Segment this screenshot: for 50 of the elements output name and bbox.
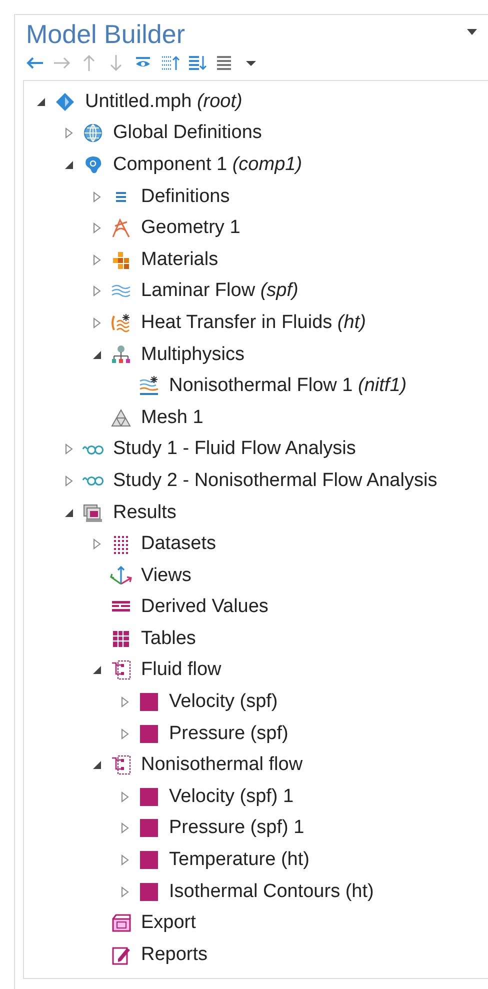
tree-item[interactable]: Untitled.mph (root) [85, 90, 242, 113]
tree-item[interactable]: Component 1 (comp1) [113, 154, 302, 176]
tree-item[interactable]: Velocity (spf) 1 [169, 786, 294, 808]
tree-item[interactable]: Study 1 - Fluid Flow Analysis [113, 438, 356, 460]
square-icon [138, 880, 160, 903]
plot-group-icon [110, 754, 132, 776]
tree-item[interactable]: Pressure (spf) [169, 722, 288, 745]
tree-item[interactable]: Velocity (spf) [169, 691, 278, 714]
axes-icon [110, 564, 132, 587]
tree-item[interactable]: Nonisothermal Flow 1 (nitf1) [169, 375, 407, 398]
diamond-icon [54, 90, 76, 113]
heat-waves-icon [110, 312, 132, 334]
square-icon [138, 786, 160, 808]
tree-item[interactable]: Laminar Flow (spf) [141, 280, 298, 302]
tree-item[interactable]: Global Definitions [113, 122, 262, 144]
tree-item[interactable]: Export [141, 912, 196, 934]
geometry-icon [110, 217, 132, 240]
tree-item[interactable]: Fluid flow [141, 659, 222, 682]
tree-item[interactable]: Temperature (ht) [169, 849, 310, 872]
tree-item[interactable]: Definitions [141, 186, 230, 208]
tree-item[interactable]: Datasets [141, 533, 216, 556]
square-icon [138, 691, 160, 714]
square-icon [138, 849, 160, 872]
plot-group-icon [110, 659, 132, 682]
tree-item[interactable]: Multiphysics [141, 344, 244, 366]
tree-item[interactable]: Views [141, 564, 192, 587]
glasses-icon [82, 475, 104, 486]
glasses-icon [82, 444, 104, 455]
square-icon [138, 817, 160, 840]
tree-item[interactable]: Nonisothermal flow [141, 754, 303, 776]
tree-item[interactable]: Materials [141, 248, 218, 271]
network-icon [110, 344, 132, 366]
tree-item[interactable]: Geometry 1 [141, 217, 240, 240]
tree-item[interactable]: Pressure (spf) 1 [169, 817, 304, 840]
panel-title: Model Builder [25, 19, 185, 50]
triangle-mesh-icon [110, 406, 132, 429]
tree-item[interactable]: Reports [141, 944, 208, 966]
tree-item[interactable]: Mesh 1 [141, 406, 204, 429]
tree-item[interactable]: Heat Transfer in Fluids (ht) [141, 312, 366, 334]
tree-item[interactable]: Results [113, 502, 176, 524]
tree-item[interactable]: Tables [141, 628, 196, 650]
square-icon [138, 722, 160, 745]
flow-lines-icon [138, 375, 160, 398]
dropdown-icon[interactable] [466, 26, 478, 36]
globe-icon [82, 122, 104, 144]
tree-item[interactable]: Study 2 - Nonisothermal Flow Analysis [113, 470, 438, 492]
monitor-stack-icon [82, 502, 104, 524]
tree-item[interactable]: Derived Values [141, 596, 268, 618]
export-box-icon [110, 912, 132, 934]
tree-item[interactable]: Isothermal Contours (ht) [169, 880, 374, 903]
